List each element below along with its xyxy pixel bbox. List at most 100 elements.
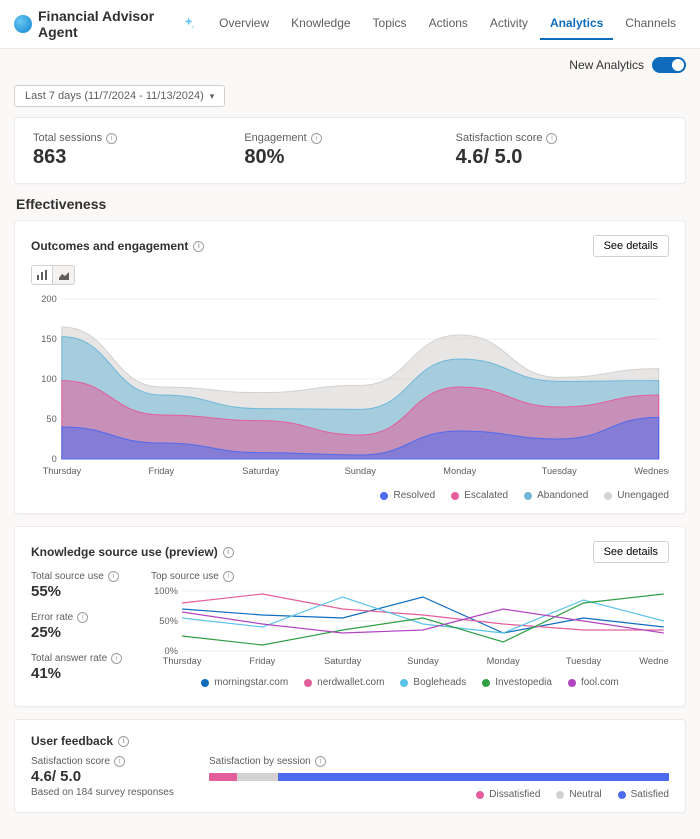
svg-text:Sunday: Sunday <box>345 466 377 476</box>
app-header: Financial Advisor Agent Overview Knowled… <box>0 0 700 49</box>
info-icon[interactable]: i <box>111 653 122 664</box>
ks-error-label: Error rate <box>31 612 73 623</box>
agent-logo-icon <box>14 15 32 33</box>
legend-item: fool.com <box>568 677 619 688</box>
svg-text:50: 50 <box>46 414 56 424</box>
svg-text:Friday: Friday <box>148 466 174 476</box>
bar-segment <box>237 773 278 781</box>
legend-item: Bogleheads <box>400 677 466 688</box>
ks-stats: Total source usei55% Error ratei25% Tota… <box>31 571 131 694</box>
outcomes-chart: 050100150200ThursdayFridaySaturdaySunday… <box>31 289 669 482</box>
tab-knowledge[interactable]: Knowledge <box>281 8 360 40</box>
info-icon[interactable]: i <box>77 612 88 623</box>
svg-text:Tuesday: Tuesday <box>566 656 602 666</box>
uf-based-on: Based on 184 survey responses <box>31 787 181 798</box>
kpi-engagement-value: 80% <box>244 146 455 169</box>
tab-channels[interactable]: Channels <box>615 8 686 40</box>
svg-text:Thursday: Thursday <box>163 656 202 666</box>
kpi-engagement-label: Engagement <box>244 132 306 144</box>
uf-score-value: 4.6/ 5.0 <box>31 768 181 785</box>
tab-analytics[interactable]: Analytics <box>540 8 613 40</box>
ks-error-value: 25% <box>31 624 131 641</box>
chevron-down-icon: ▾ <box>210 91 215 102</box>
knowledge-source-card: Knowledge source use (preview)i See deta… <box>14 526 686 707</box>
nav-tabs: Overview Knowledge Topics Actions Activi… <box>209 8 686 40</box>
new-analytics-label: New Analytics <box>569 58 644 72</box>
info-icon[interactable]: i <box>108 571 119 582</box>
chart-view-toggle <box>31 265 669 285</box>
svg-text:Sunday: Sunday <box>407 656 439 666</box>
legend-item: Satisfied <box>618 789 669 800</box>
info-icon[interactable]: i <box>118 736 129 747</box>
outcomes-card: Outcomes and engagement i See details 0 50… <box>14 220 686 514</box>
ks-chart: 0%50%100%ThursdayFridaySaturdaySundayMon… <box>151 586 669 666</box>
svg-text:100: 100 <box>41 374 56 384</box>
legend-item: nerdwallet.com <box>304 677 384 688</box>
svg-text:0: 0 <box>52 454 57 464</box>
new-analytics-toggle[interactable] <box>652 57 686 73</box>
svg-text:Tuesday: Tuesday <box>542 466 578 476</box>
date-range-selector[interactable]: Last 7 days (11/7/2024 - 11/13/2024) ▾ <box>14 85 225 107</box>
effectiveness-heading: Effectiveness <box>16 196 686 212</box>
kpi-card: Total sessions i 863 Engagement i 80% Sati… <box>14 117 686 184</box>
ks-total-value: 55% <box>31 583 131 600</box>
info-icon[interactable]: i <box>546 133 557 144</box>
info-icon[interactable]: i <box>223 547 234 558</box>
legend-item: Investopedia <box>482 677 552 688</box>
user-feedback-card: User feedbacki Satisfaction scorei 4.6/ … <box>14 719 686 813</box>
outcomes-title: Outcomes and engagement <box>31 239 188 253</box>
info-icon[interactable]: i <box>114 756 125 767</box>
svg-text:Thursday: Thursday <box>43 466 82 476</box>
kpi-sessions-label: Total sessions <box>33 132 102 144</box>
svg-text:Friday: Friday <box>249 656 275 666</box>
see-details-button[interactable]: See details <box>593 541 669 563</box>
uf-title: User feedback <box>31 734 113 748</box>
ks-answer-value: 41% <box>31 665 131 682</box>
svg-text:Monday: Monday <box>443 466 476 476</box>
legend-item: Resolved <box>380 490 435 501</box>
legend-item: Neutral <box>556 789 601 800</box>
tab-activity[interactable]: Activity <box>480 8 538 40</box>
kpi-sessions: Total sessions i 863 <box>33 132 244 169</box>
tab-actions[interactable]: Actions <box>419 8 478 40</box>
agent-title: Financial Advisor Agent <box>38 8 172 40</box>
svg-text:100%: 100% <box>154 586 178 596</box>
info-icon[interactable]: i <box>315 756 326 767</box>
ks-top-label: Top source use <box>151 571 219 582</box>
legend-item: Abandoned <box>524 490 588 501</box>
legend-item: Escalated <box>451 490 508 501</box>
satisfaction-bar <box>209 773 669 781</box>
outcomes-legend: Resolved Escalated Abandoned Unengaged <box>31 490 669 501</box>
uf-score-block: Satisfaction scorei 4.6/ 5.0 Based on 18… <box>31 756 181 800</box>
kpi-satisfaction: Satisfaction scorei 4.6/ 5.0 <box>456 132 667 169</box>
svg-text:150: 150 <box>41 334 56 344</box>
legend-item: Dissatisfied <box>476 789 540 800</box>
svg-text:Monday: Monday <box>487 656 521 666</box>
bar-segment <box>209 773 237 781</box>
tab-overview[interactable]: Overview <box>209 8 279 40</box>
kpi-satisfaction-value: 4.6/ 5.0 <box>456 146 667 169</box>
info-icon[interactable]: i <box>223 571 234 582</box>
info-icon[interactable]: i <box>311 133 322 144</box>
tab-topics[interactable]: Topics <box>363 8 417 40</box>
ks-legend: morningstar.com nerdwallet.com Boglehead… <box>151 677 669 688</box>
see-details-button[interactable]: See details <box>593 235 669 257</box>
svg-text:Wednesday: Wednesday <box>634 466 669 476</box>
info-icon[interactable]: i <box>193 241 204 252</box>
ks-answer-label: Total answer rate <box>31 653 107 664</box>
legend-item: morningstar.com <box>201 677 288 688</box>
svg-text:Wednesday: Wednesday <box>639 656 669 666</box>
kpi-engagement: Engagement i 80% <box>244 132 455 169</box>
info-icon[interactable]: i <box>106 133 117 144</box>
kpi-satisfaction-label: Satisfaction score <box>456 132 543 144</box>
uf-legend: Dissatisfied Neutral Satisfied <box>209 789 669 800</box>
area-view-button[interactable] <box>53 265 75 285</box>
kpi-sessions-value: 863 <box>33 146 244 169</box>
ks-total-label: Total source use <box>31 571 104 582</box>
legend-item: Unengaged <box>604 490 669 501</box>
bar-segment <box>278 773 669 781</box>
bar-view-button[interactable] <box>31 265 53 285</box>
uf-by-session-label: Satisfaction by session <box>209 756 311 767</box>
sparkle-icon <box>182 16 195 32</box>
toolbar: New Analytics <box>0 49 700 81</box>
